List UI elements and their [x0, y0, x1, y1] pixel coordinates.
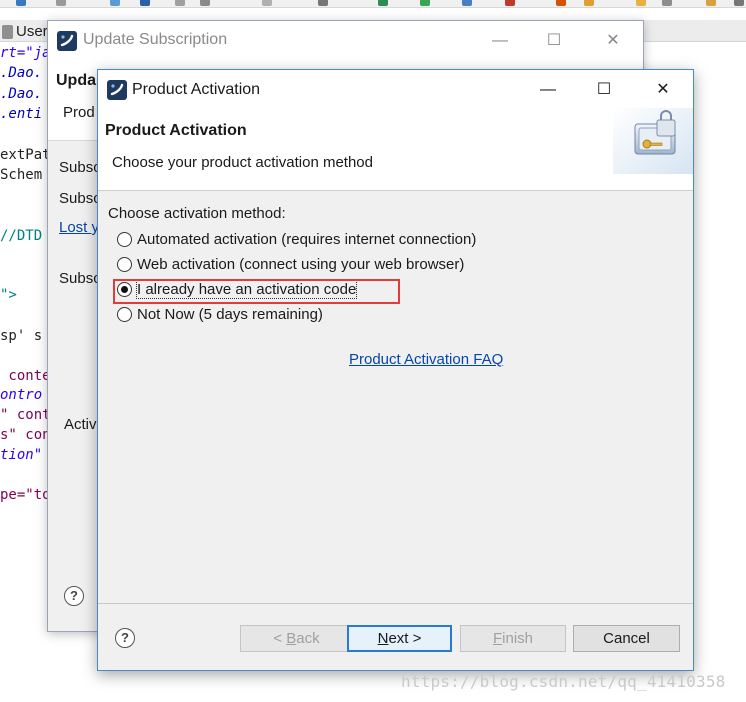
code-line: extPat: [0, 147, 51, 163]
finish-mnemonic: F: [492, 630, 503, 647]
finish-button[interactable]: Finish: [460, 625, 566, 652]
code-line: //DTD: [0, 228, 43, 244]
toolbar-icon[interactable]: [140, 0, 150, 6]
radio-automated-activation[interactable]: Automated activation (requires internet …: [117, 229, 476, 249]
activation-faq-link[interactable]: Product Activation FAQ: [349, 351, 503, 368]
maximize-icon[interactable]: ☐: [542, 29, 566, 53]
update-header-title: Upda: [56, 72, 96, 89]
cancel-button[interactable]: Cancel: [573, 625, 680, 652]
code-line: .Dao.: [0, 86, 43, 102]
app-logo-icon: [107, 80, 127, 100]
subscription-label: Subsc: [59, 270, 101, 287]
minimize-icon[interactable]: —: [536, 78, 560, 102]
code-line: ontro: [0, 387, 43, 403]
update-header-subtitle: Prod: [63, 104, 95, 121]
radio-button[interactable]: [117, 306, 132, 322]
red-highlight-box: [113, 279, 400, 304]
dialog-header-subtitle: Choose your product activation method: [112, 154, 373, 171]
close-icon[interactable]: ✕: [601, 29, 625, 53]
code-line: pe="to: [0, 487, 51, 503]
code-line: .Dao.: [0, 65, 43, 81]
watermark-text: https://blog.csdn.net/qq_41410358: [401, 672, 726, 691]
method-label: Choose activation method:: [108, 205, 286, 222]
toolbar-icon[interactable]: [556, 0, 566, 6]
toolbar-icon[interactable]: [505, 0, 515, 6]
toolbar-icon[interactable]: [584, 0, 594, 6]
next-button[interactable]: Next >: [347, 625, 452, 652]
lost-link[interactable]: Lost y: [59, 219, 99, 236]
back-button[interactable]: < Back: [240, 625, 353, 652]
radio-label[interactable]: Not Now (5 days remaining): [137, 306, 323, 323]
toolbar-icon[interactable]: [662, 0, 672, 6]
dialog-header: [98, 108, 693, 191]
code-line: tion": [0, 447, 43, 463]
dialog-title: Product Activation: [132, 81, 261, 98]
toolbar-icon[interactable]: [318, 0, 328, 6]
close-icon[interactable]: ✕: [651, 78, 675, 102]
toolbar-icon[interactable]: [16, 0, 26, 6]
code-line: " cont: [0, 407, 51, 423]
radio-button[interactable]: [117, 231, 132, 247]
toolbar-icon[interactable]: [378, 0, 388, 6]
code-line: Schem: [0, 167, 43, 183]
code-line: rt="ja: [0, 45, 51, 61]
toolbar-icon[interactable]: [734, 0, 744, 6]
dialog-header-title: Product Activation: [105, 122, 247, 139]
next-mnemonic: N: [377, 630, 389, 647]
toolbar-icon[interactable]: [420, 0, 430, 6]
toolbar-icon[interactable]: [462, 0, 472, 6]
app-logo-icon: [57, 31, 77, 51]
subscription-label: Subsc: [59, 190, 101, 207]
toolbar-icon[interactable]: [56, 0, 66, 6]
radio-not-now[interactable]: Not Now (5 days remaining): [117, 304, 323, 324]
ide-toolbar: [0, 0, 746, 8]
toolbar-icon[interactable]: [200, 0, 210, 6]
activation-label: Activ: [64, 416, 97, 433]
back-rest: ack: [296, 630, 320, 647]
radio-label[interactable]: Automated activation (requires internet …: [137, 231, 476, 248]
help-icon[interactable]: ?: [115, 628, 135, 648]
finish-rest: inish: [502, 630, 534, 647]
radio-web-activation[interactable]: Web activation (connect using your web b…: [117, 254, 464, 274]
dialog-titlebar[interactable]: Product Activation — ☐ ✕: [98, 70, 693, 108]
toolbar-icon[interactable]: [636, 0, 646, 6]
subscription-label: Subsc: [59, 159, 101, 176]
toolbar-icon[interactable]: [110, 0, 120, 6]
code-line: ">: [0, 287, 17, 303]
maximize-icon[interactable]: ☐: [592, 78, 616, 102]
next-rest: ext >: [388, 630, 422, 647]
editor-tab-user[interactable]: User: [0, 22, 48, 42]
product-activation-dialog: Product Activation — ☐ ✕ Product Activat…: [97, 69, 694, 671]
toolbar-icon[interactable]: [175, 0, 185, 6]
license-key-icon: [613, 108, 693, 174]
update-window-title: Update Subscription: [83, 31, 228, 48]
toolbar-icon[interactable]: [262, 0, 272, 6]
back-mnemonic: B: [286, 630, 297, 647]
code-line: .enti: [0, 106, 43, 122]
back-prefix: <: [273, 630, 287, 647]
update-titlebar[interactable]: Update Subscription — ☐ ✕: [48, 21, 643, 61]
radio-label[interactable]: Web activation (connect using your web b…: [137, 256, 464, 273]
code-line: sp' s: [0, 328, 43, 344]
footer-divider: [98, 603, 693, 604]
toolbar-icon[interactable]: [706, 0, 716, 6]
code-line: s" con: [0, 427, 51, 443]
help-icon[interactable]: ?: [64, 586, 84, 606]
radio-button[interactable]: [117, 256, 132, 272]
code-line: conte: [0, 368, 51, 384]
minimize-icon[interactable]: —: [488, 29, 512, 53]
